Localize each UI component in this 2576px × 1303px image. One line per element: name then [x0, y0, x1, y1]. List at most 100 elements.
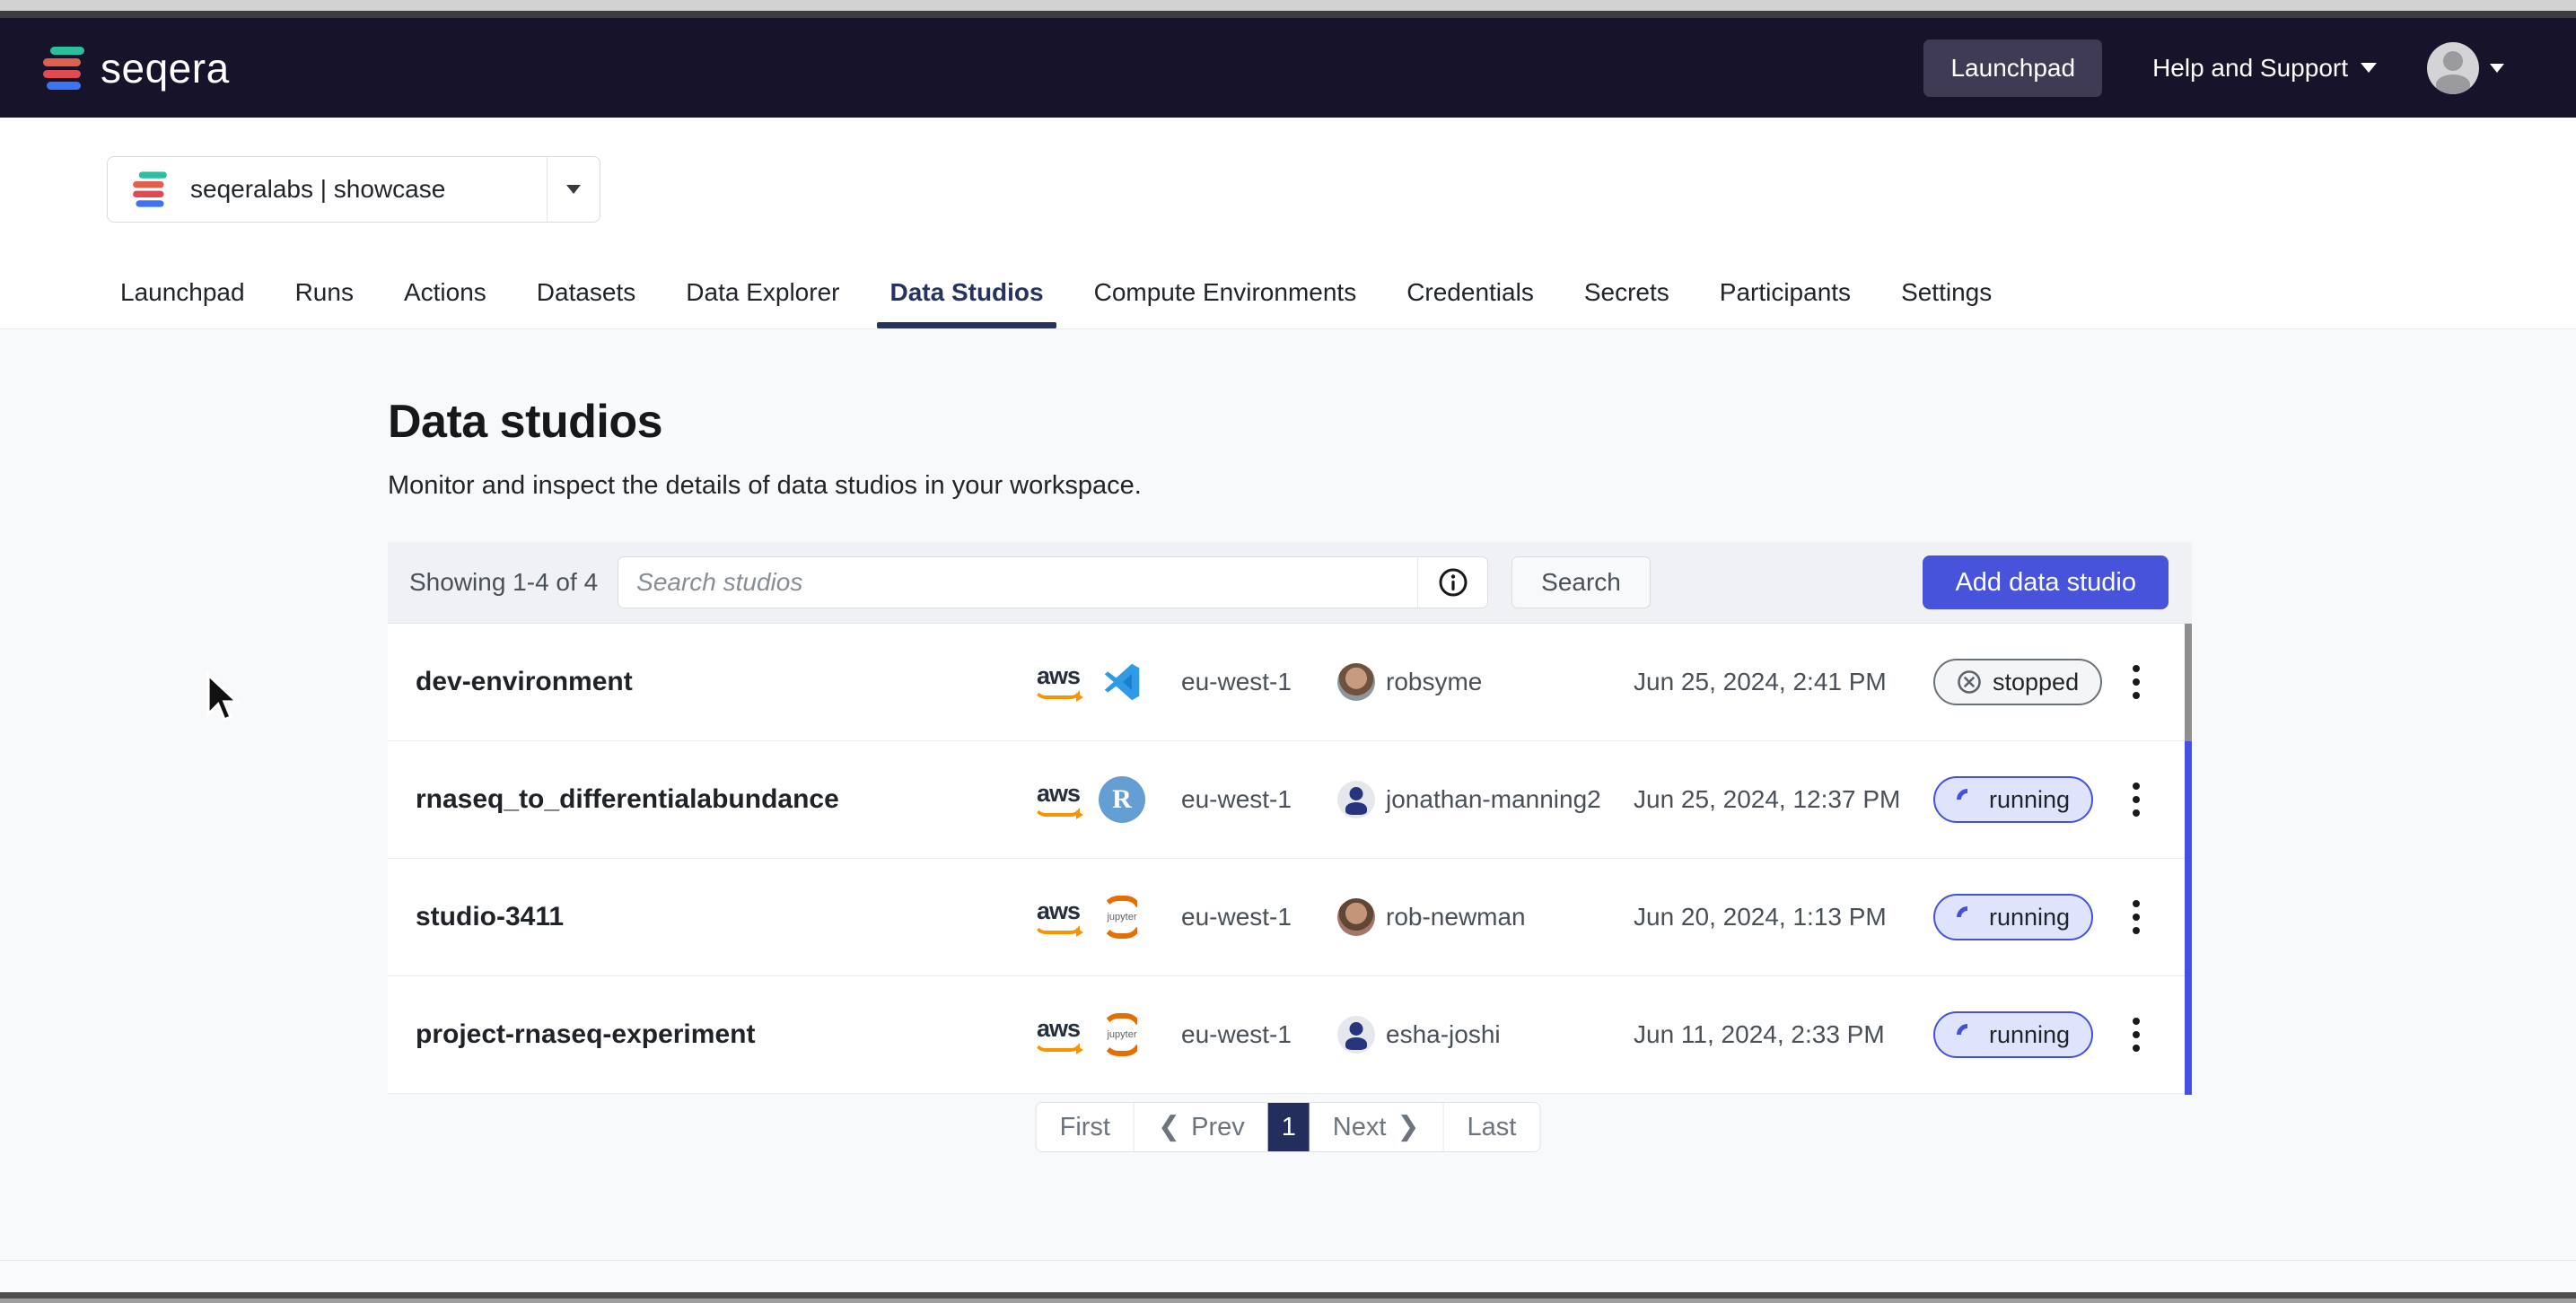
- table-scrollbar-track[interactable]: [2185, 741, 2192, 1095]
- tab-data-studios[interactable]: Data Studios: [877, 278, 1056, 328]
- tab-data-explorer[interactable]: Data Explorer: [673, 278, 852, 328]
- data-studios-table: Showing 1-4 of 4 Search Add data studio …: [388, 542, 2192, 1095]
- row-actions-menu-button[interactable]: [2127, 895, 2145, 940]
- kebab-icon: [2127, 660, 2145, 704]
- row-actions-menu-button[interactable]: [2127, 660, 2145, 704]
- chevron-down-icon: [2490, 64, 2504, 73]
- table-row[interactable]: rnaseq_to_differentialabundance aws R eu…: [388, 741, 2192, 859]
- page-title: Data studios: [388, 395, 662, 449]
- pagination-next[interactable]: Next ❯: [1310, 1103, 1443, 1151]
- user-avatar: [1337, 1016, 1375, 1054]
- page-subtitle: Monitor and inspect the details of data …: [388, 471, 1142, 501]
- seqera-logo-icon: [43, 47, 84, 90]
- user-menu[interactable]: [2427, 42, 2504, 94]
- search-control: [618, 556, 1488, 608]
- status-badge: stopped: [1933, 659, 2102, 705]
- pagination-first[interactable]: First: [1037, 1103, 1134, 1151]
- user-cell: robsyme: [1337, 663, 1482, 701]
- tab-settings[interactable]: Settings: [1888, 278, 2004, 328]
- username-label: esha-joshi: [1386, 1020, 1501, 1049]
- pagination: First ❮ Prev 1 Next ❯ Last: [1036, 1102, 1541, 1152]
- environment-icons: aws: [1030, 659, 1145, 705]
- seqera-brand[interactable]: seqera: [43, 44, 230, 92]
- created-date-label: Jun 25, 2024, 12:37 PM: [1634, 785, 1900, 814]
- status-label: running: [1989, 904, 2070, 931]
- jupyter-icon: jupyter: [1099, 894, 1145, 940]
- jupyter-icon: jupyter: [1099, 1011, 1145, 1058]
- studio-name[interactable]: project-rnaseq-experiment: [416, 1019, 755, 1050]
- created-date-label: Jun 20, 2024, 1:13 PM: [1634, 903, 1887, 931]
- region-label: eu-west-1: [1181, 785, 1292, 814]
- launchpad-button[interactable]: Launchpad: [1923, 39, 2102, 97]
- environment-icons: aws jupyter: [1030, 1011, 1145, 1058]
- chevron-down-icon: [2361, 63, 2377, 73]
- status-label: running: [1989, 1021, 2070, 1049]
- kebab-icon: [2127, 777, 2145, 822]
- workspace-dropdown-toggle[interactable]: [548, 185, 600, 194]
- region-label: eu-west-1: [1181, 903, 1292, 931]
- user-avatar: [1337, 898, 1375, 936]
- search-info-button[interactable]: [1417, 557, 1487, 608]
- mouse-cursor: [201, 671, 241, 725]
- info-circle-icon: [1438, 567, 1468, 598]
- region-label: eu-west-1: [1181, 1020, 1292, 1049]
- created-date-label: Jun 25, 2024, 2:41 PM: [1634, 668, 1887, 696]
- status-badge: running: [1933, 776, 2093, 823]
- spinner-icon: [1952, 1019, 1983, 1050]
- aws-icon: aws: [1030, 665, 1086, 698]
- spinner-icon: [1952, 784, 1983, 815]
- tab-secrets[interactable]: Secrets: [1572, 278, 1682, 328]
- row-actions-menu-button[interactable]: [2127, 1012, 2145, 1057]
- tab-launchpad[interactable]: Launchpad: [108, 278, 258, 328]
- help-and-support-menu[interactable]: Help and Support: [2152, 54, 2377, 83]
- kebab-icon: [2127, 1012, 2145, 1057]
- user-avatar: [1337, 781, 1375, 818]
- status-cell: running: [1933, 894, 2093, 940]
- search-button[interactable]: Search: [1511, 556, 1651, 608]
- status-cell: running: [1933, 1011, 2093, 1058]
- workspace-selector[interactable]: seqeralabs | showcase: [107, 156, 600, 223]
- tab-participants[interactable]: Participants: [1707, 278, 1863, 328]
- status-cell: running: [1933, 776, 2093, 823]
- username-label: jonathan-manning2: [1386, 785, 1601, 814]
- studio-name[interactable]: dev-environment: [416, 667, 633, 697]
- showing-count-label: Showing 1-4 of 4: [409, 568, 598, 597]
- footer-area: [0, 1261, 2576, 1292]
- studio-name[interactable]: studio-3411: [416, 902, 564, 932]
- chevron-right-icon: ❯: [1397, 1114, 1419, 1141]
- add-data-studio-button[interactable]: Add data studio: [1923, 555, 2169, 609]
- pagination-current-page[interactable]: 1: [1268, 1103, 1310, 1151]
- studio-name[interactable]: rnaseq_to_differentialabundance: [416, 784, 839, 815]
- region-label: eu-west-1: [1181, 668, 1292, 696]
- username-label: robsyme: [1386, 668, 1482, 696]
- user-cell: jonathan-manning2: [1337, 781, 1601, 818]
- row-actions-menu-button[interactable]: [2127, 777, 2145, 822]
- pagination-last[interactable]: Last: [1444, 1103, 1540, 1151]
- status-badge: running: [1933, 1011, 2093, 1058]
- rstudio-icon: R: [1099, 776, 1145, 823]
- user-cell: rob-newman: [1337, 898, 1526, 936]
- tab-compute-environments[interactable]: Compute Environments: [1082, 278, 1370, 328]
- status-label: stopped: [1993, 669, 2079, 696]
- username-label: rob-newman: [1386, 903, 1526, 931]
- tab-runs[interactable]: Runs: [283, 278, 366, 328]
- help-and-support-label: Help and Support: [2152, 54, 2348, 83]
- status-badge: running: [1933, 894, 2093, 940]
- table-row[interactable]: studio-3411 aws jupyter eu-west-1 rob-ne…: [388, 859, 2192, 976]
- workspace-logo-icon: [133, 171, 167, 206]
- aws-icon: aws: [1030, 900, 1086, 933]
- workspace-name: seqeralabs | showcase: [190, 175, 445, 204]
- environment-icons: aws jupyter: [1030, 894, 1145, 940]
- top-navbar: seqera Launchpad Help and Support: [0, 18, 2576, 118]
- tab-datasets[interactable]: Datasets: [524, 278, 649, 328]
- table-scrollbar-thumb[interactable]: [2185, 624, 2192, 741]
- table-row[interactable]: dev-environment aws eu-west-1 robsyme Ju: [388, 624, 2192, 741]
- circle-x-icon: [1957, 669, 1982, 695]
- tab-actions[interactable]: Actions: [391, 278, 499, 328]
- chevron-down-icon: [566, 185, 581, 194]
- table-row[interactable]: project-rnaseq-experiment aws jupyter eu…: [388, 976, 2192, 1094]
- tab-credentials[interactable]: Credentials: [1394, 278, 1546, 328]
- pagination-prev[interactable]: ❮ Prev: [1135, 1103, 1268, 1151]
- search-input[interactable]: [618, 557, 1417, 608]
- status-cell: stopped: [1933, 659, 2102, 705]
